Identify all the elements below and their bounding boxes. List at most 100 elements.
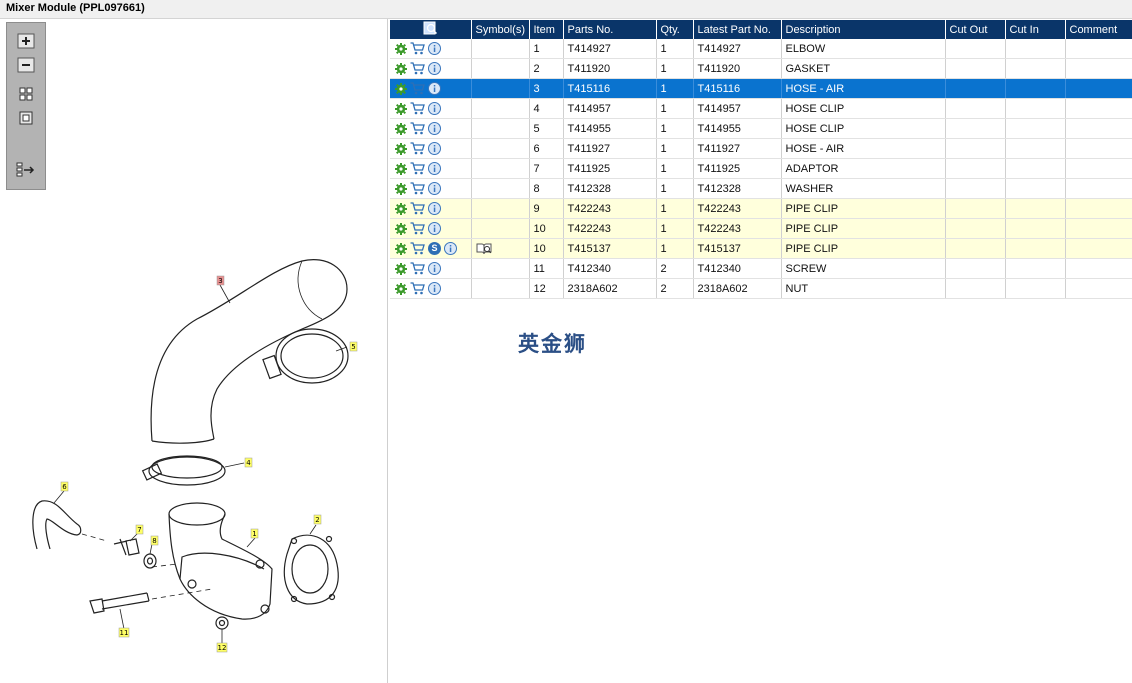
list-arrow-icon — [16, 162, 35, 177]
cell-symbols — [471, 178, 530, 199]
cart-icon[interactable] — [410, 142, 425, 155]
info-icon[interactable] — [428, 162, 441, 175]
cell-latest-part-no: T414927 — [693, 39, 782, 59]
cell-qty: 1 — [656, 158, 694, 179]
cell-latest-part-no: T414957 — [693, 98, 782, 119]
cell-description: HOSE CLIP — [781, 98, 946, 119]
cell-item: 8 — [529, 178, 564, 199]
gear-icon[interactable] — [395, 222, 407, 235]
cell-symbols — [471, 278, 530, 299]
cell-symbols — [471, 98, 530, 119]
table-row[interactable]: 11 T412340 2 T412340 SCREW — [390, 258, 1132, 279]
column-header-description[interactable]: Description — [781, 20, 946, 39]
callout-label: 11 — [120, 629, 129, 637]
info-icon[interactable] — [444, 242, 457, 255]
row-actions — [390, 218, 472, 239]
info-icon[interactable] — [428, 102, 441, 115]
table-row[interactable]: 2 T411920 1 T411920 GASKET — [390, 58, 1132, 79]
gear-icon[interactable] — [395, 142, 407, 155]
cell-part-no: T415137 — [563, 238, 657, 259]
gear-icon[interactable] — [395, 122, 407, 135]
gear-icon[interactable] — [395, 282, 407, 295]
cell-cut-out — [945, 158, 1006, 179]
cart-icon[interactable] — [410, 242, 425, 255]
table-row[interactable]: 8 T412328 1 T412328 WASHER — [390, 178, 1132, 199]
gear-icon[interactable] — [395, 242, 407, 255]
info-icon[interactable] — [428, 262, 441, 275]
column-header-parts-no[interactable]: Parts No. — [563, 20, 657, 39]
cart-icon[interactable] — [410, 182, 425, 195]
cell-description: PIPE CLIP — [781, 198, 946, 219]
gear-icon[interactable] — [395, 82, 407, 95]
info-icon[interactable] — [428, 42, 441, 55]
cell-qty: 1 — [656, 58, 694, 79]
cart-icon[interactable] — [410, 42, 425, 55]
table-row[interactable]: 9 T422243 1 T422243 PIPE CLIP — [390, 198, 1132, 219]
column-header-qty[interactable]: Qty. — [656, 20, 694, 39]
info-icon[interactable] — [428, 282, 441, 295]
cell-cut-in — [1005, 258, 1066, 279]
gear-icon[interactable] — [395, 102, 407, 115]
title-bar: Mixer Module (PPL097661) — [0, 0, 1132, 19]
gear-icon[interactable] — [395, 182, 407, 195]
row-actions — [390, 78, 472, 99]
fit-window-button[interactable] — [14, 108, 38, 128]
info-icon[interactable] — [428, 222, 441, 235]
zoom-out-button[interactable] — [14, 55, 38, 75]
info-icon[interactable] — [428, 122, 441, 135]
info-icon[interactable] — [428, 142, 441, 155]
cart-icon[interactable] — [410, 262, 425, 275]
split-view-button[interactable] — [14, 160, 38, 180]
cart-icon[interactable] — [410, 122, 425, 135]
column-header-tools[interactable] — [390, 20, 472, 39]
info-icon[interactable] — [428, 182, 441, 195]
cart-icon[interactable] — [410, 202, 425, 215]
table-row[interactable]: 1 T414927 1 T414927 ELBOW — [390, 39, 1132, 59]
column-header-comment[interactable]: Comment — [1065, 20, 1132, 39]
table-row[interactable]: 12 2318A602 2 2318A602 NUT — [390, 278, 1132, 299]
cart-icon[interactable] — [410, 102, 425, 115]
cell-item: 9 — [529, 198, 564, 219]
column-header-item[interactable]: Item — [529, 20, 564, 39]
parts-diagram[interactable]: 3 5 4 6 2 7 8 1 11 12 — [2, 209, 387, 679]
gear-icon[interactable] — [395, 162, 407, 175]
gear-icon[interactable] — [395, 262, 407, 275]
fit-all-button[interactable] — [14, 84, 38, 104]
gear-icon[interactable] — [395, 62, 407, 75]
grid-icon — [19, 87, 33, 101]
table-row[interactable]: 7 T411925 1 T411925 ADAPTOR — [390, 158, 1132, 179]
column-header-cut-out[interactable]: Cut Out — [945, 20, 1006, 39]
book-icon[interactable] — [476, 242, 492, 255]
cell-latest-part-no: T411925 — [693, 158, 782, 179]
cell-cut-in — [1005, 39, 1066, 59]
cell-symbols — [471, 238, 530, 259]
cart-icon[interactable] — [410, 162, 425, 175]
parts-table: Symbol(s) Item Parts No. Qty. Latest Par… — [390, 20, 1132, 299]
zoom-in-button[interactable] — [14, 31, 38, 51]
cart-icon[interactable] — [410, 222, 425, 235]
cart-icon[interactable] — [410, 82, 425, 95]
info-icon[interactable] — [428, 202, 441, 215]
cell-part-no: T415116 — [563, 78, 657, 99]
column-header-cut-in[interactable]: Cut In — [1005, 20, 1066, 39]
cell-latest-part-no: T411920 — [693, 58, 782, 79]
info-icon[interactable] — [428, 82, 441, 95]
table-row[interactable]: 6 T411927 1 T411927 HOSE - AIR — [390, 138, 1132, 159]
cart-icon[interactable] — [410, 282, 425, 295]
cart-icon[interactable] — [410, 62, 425, 75]
table-row[interactable]: 10 T422243 1 T422243 PIPE CLIP — [390, 218, 1132, 239]
cell-symbols — [471, 218, 530, 239]
column-header-symbols[interactable]: Symbol(s) — [471, 20, 530, 39]
gear-icon[interactable] — [395, 202, 407, 215]
table-row[interactable]: S 10 T415137 1 T415137 PIPE CLIP — [390, 238, 1132, 259]
cell-item: 1 — [529, 39, 564, 59]
info-icon[interactable] — [428, 62, 441, 75]
table-row[interactable]: 3 T415116 1 T415116 HOSE - AIR — [390, 78, 1132, 99]
service-badge-icon[interactable]: S — [428, 242, 441, 255]
screw-drawing — [101, 592, 150, 610]
table-row[interactable]: 4 T414957 1 T414957 HOSE CLIP — [390, 98, 1132, 119]
column-header-latest-part-no[interactable]: Latest Part No. — [693, 20, 782, 39]
cell-latest-part-no: T422243 — [693, 198, 782, 219]
gear-icon[interactable] — [395, 42, 407, 55]
table-row[interactable]: 5 T414955 1 T414955 HOSE CLIP — [390, 118, 1132, 139]
